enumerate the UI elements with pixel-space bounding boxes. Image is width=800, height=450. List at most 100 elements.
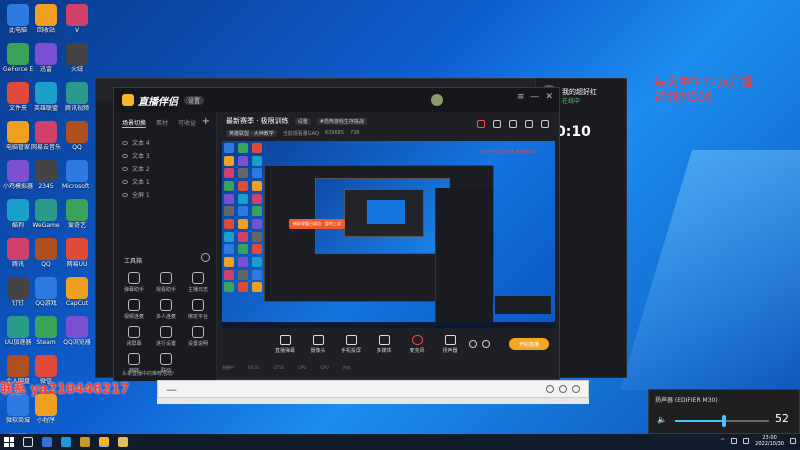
search-icon[interactable] bbox=[23, 437, 33, 447]
scene-item[interactable]: 文本 4 bbox=[122, 136, 208, 149]
clock[interactable]: 23:00 2022/10/30 bbox=[755, 435, 784, 447]
toolbox-settings-icon[interactable] bbox=[201, 253, 210, 262]
tool-item[interactable]: 设置说明 bbox=[182, 326, 214, 347]
visibility-icon[interactable] bbox=[122, 192, 128, 197]
settings-badge[interactable]: 设置 bbox=[184, 95, 205, 105]
desktop-icon[interactable]: WeGame bbox=[31, 199, 61, 229]
desktop-icon[interactable]: QQ浏览器 bbox=[62, 316, 92, 346]
tool-item[interactable]: 观看助手 bbox=[150, 272, 182, 293]
tool-item[interactable]: 主播日志 bbox=[182, 272, 214, 293]
menu-icon[interactable]: ≡ bbox=[517, 92, 525, 102]
visibility-icon[interactable] bbox=[122, 153, 128, 158]
tab-materials[interactable]: 素材 bbox=[156, 118, 168, 128]
desktop-icon[interactable]: 酷狗 bbox=[3, 199, 33, 229]
tool-item[interactable]: 闭屏幕 bbox=[118, 326, 150, 347]
file-explorer-icon[interactable] bbox=[118, 437, 128, 447]
desktop-icon[interactable]: 爱奇艺 bbox=[62, 199, 92, 229]
volume-tray-icon[interactable] bbox=[743, 438, 750, 444]
start-icon[interactable] bbox=[4, 437, 14, 447]
desktop-icon[interactable]: 火绒 bbox=[62, 43, 92, 73]
desktop-icon[interactable]: V bbox=[62, 4, 92, 34]
play-icon[interactable] bbox=[546, 385, 554, 393]
desktop-icon[interactable]: 钉钉 bbox=[3, 277, 33, 307]
source-control[interactable]: 手机投屏 bbox=[340, 335, 362, 354]
desktop-icon[interactable]: 腾讯 bbox=[3, 238, 33, 268]
refresh-icon[interactable] bbox=[572, 385, 580, 393]
edge-icon[interactable] bbox=[61, 437, 71, 447]
desktop-icon[interactable]: Steam bbox=[31, 316, 61, 346]
category-tag[interactable]: 英雄联盟 · 大神教学 bbox=[226, 130, 277, 137]
desktop-icon[interactable]: GeForce Experience bbox=[3, 43, 33, 73]
browser-bar[interactable]: — bbox=[157, 380, 589, 398]
audio-device-name[interactable]: 扬声器 (EDIFIER M30) bbox=[655, 395, 718, 404]
minimize-bar-icon[interactable]: — bbox=[166, 383, 177, 396]
desktop-icon[interactable]: 迅雷 bbox=[31, 43, 61, 73]
streaming-app-icon[interactable] bbox=[99, 437, 109, 447]
lol-icon[interactable] bbox=[80, 437, 90, 447]
settings-icon[interactable] bbox=[482, 340, 490, 348]
visibility-icon[interactable] bbox=[122, 179, 128, 184]
add-scene-icon[interactable]: + bbox=[202, 116, 210, 127]
scene-item[interactable]: 全屏 1 bbox=[122, 188, 208, 201]
tool-item[interactable]: 绑定平台 bbox=[182, 299, 214, 320]
desktop-icon[interactable]: 网易UU bbox=[62, 238, 92, 268]
desktop-icon[interactable]: 此电脑 bbox=[3, 4, 33, 34]
desktop-icon[interactable]: 回收站 bbox=[31, 4, 61, 34]
source-control[interactable]: 摄像头 bbox=[307, 335, 329, 354]
desktop-icon[interactable]: 2345 bbox=[31, 160, 61, 190]
share-icon[interactable] bbox=[493, 120, 501, 128]
desktop-icon[interactable]: 英雄联盟 bbox=[31, 82, 61, 112]
source-control[interactable]: 麦克风 bbox=[406, 335, 428, 354]
desktop-icon[interactable]: QQ bbox=[31, 238, 61, 268]
visibility-icon[interactable] bbox=[122, 140, 128, 145]
scene-item[interactable]: 文本 3 bbox=[122, 149, 208, 162]
source-control[interactable]: 直播弹幕 bbox=[274, 335, 296, 354]
scene-item[interactable]: 文本 1 bbox=[122, 175, 208, 188]
source-control[interactable]: 多媒体 bbox=[373, 335, 395, 354]
volume-slider[interactable] bbox=[675, 415, 769, 427]
volume-thumb[interactable] bbox=[722, 415, 726, 427]
bell-icon[interactable] bbox=[525, 120, 533, 128]
hashtag[interactable]: #恐怖游戏生存挑战 bbox=[316, 117, 367, 125]
desktop-icon[interactable]: 小鸡模拟器 bbox=[3, 160, 33, 190]
desktop-icon[interactable]: Microsoft Edge bbox=[62, 160, 92, 190]
desktop-icon[interactable]: QQ bbox=[62, 121, 92, 151]
tool-item[interactable]: 进行设置 bbox=[150, 326, 182, 347]
desktop-icon[interactable]: 文件夹 bbox=[3, 82, 33, 112]
stream-preview[interactable]: 横屏观看已成功 · 暂时上线 每天中午12点开播 迟到罚500 bbox=[222, 141, 555, 328]
source-control[interactable]: 扬声器 bbox=[439, 335, 461, 354]
desktop-icon[interactable]: 微软商城 bbox=[3, 394, 33, 424]
record-icon[interactable] bbox=[477, 120, 485, 128]
user-avatar[interactable] bbox=[431, 94, 443, 106]
preview-desktop-icons bbox=[224, 143, 264, 293]
scene-item[interactable]: 文本 2 bbox=[122, 162, 208, 175]
visibility-icon[interactable] bbox=[122, 166, 128, 171]
tab-scenes[interactable]: 场景切换 bbox=[122, 118, 147, 128]
tool-item[interactable]: 弹幕助手 bbox=[118, 272, 150, 293]
start-live-button[interactable]: 开始直播 bbox=[509, 338, 549, 350]
tool-item[interactable]: 视频连麦 bbox=[118, 299, 150, 320]
activity-notice[interactable]: 头条直播中的推荐活动! bbox=[122, 370, 174, 377]
desktop-icon[interactable]: 小程序 bbox=[31, 394, 61, 424]
tab-earnings[interactable]: 可收益 bbox=[178, 118, 196, 128]
minimize-icon[interactable]: — bbox=[530, 92, 539, 102]
desktop-icon[interactable]: CapCut bbox=[62, 277, 92, 307]
edit-title-button[interactable]: 设置 bbox=[294, 117, 311, 125]
task-view-icon[interactable] bbox=[42, 437, 52, 447]
pause-icon[interactable] bbox=[469, 340, 477, 348]
desktop-icon[interactable]: UU加速器 bbox=[3, 316, 33, 346]
network-icon[interactable] bbox=[731, 438, 738, 444]
desktop-icon[interactable]: 网易云音乐 bbox=[31, 121, 61, 151]
layout-icon[interactable] bbox=[509, 120, 517, 128]
notification-icon[interactable] bbox=[790, 438, 796, 444]
chevron-up-icon[interactable]: ^ bbox=[720, 438, 725, 445]
desktop-icon[interactable]: QQ游戏 bbox=[31, 277, 61, 307]
desktop-icon[interactable]: 电脑管家 bbox=[3, 121, 33, 151]
speaker-icon[interactable]: 🔈 bbox=[657, 415, 667, 424]
more-icon[interactable] bbox=[541, 120, 549, 128]
desktop-icon[interactable]: 腾讯视频 bbox=[62, 82, 92, 112]
settings-circle-icon[interactable] bbox=[559, 385, 567, 393]
tool-item[interactable]: 多人连麦 bbox=[150, 299, 182, 320]
close-icon[interactable]: ✕ bbox=[545, 92, 553, 102]
stream-title[interactable]: 最新赛季 · 极限训练 bbox=[226, 116, 289, 126]
